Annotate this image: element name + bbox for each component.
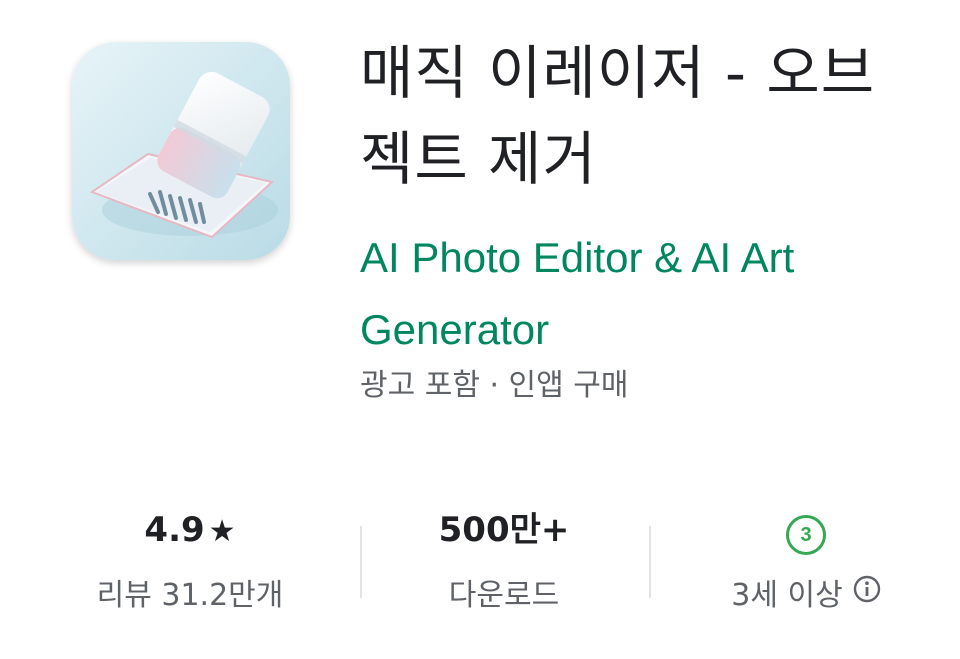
stats-row: 4.9 ★ 리뷰 31.2만개 500만+ 다운로드 3 3세 이상 [0,500,960,630]
content-rating-stat[interactable]: 3 3세 이상 [666,500,946,630]
developer-link[interactable]: AI Photo Editor & AI Art Generator [360,222,930,366]
rating-stat[interactable]: 4.9 ★ 리뷰 31.2만개 [50,500,330,630]
content-rating-label-line: 3세 이상 [666,566,946,626]
info-icon[interactable] [853,564,881,624]
app-title: 매직 이레이저 - 오브젝트 제거 [360,39,876,193]
stat-divider [649,526,651,598]
age-rating-badge: 3 [786,515,826,555]
star-icon: ★ [208,514,236,549]
app-details-header: 매직 이레이저 - 오브젝트 제거 AI Photo Editor & AI A… [0,0,960,659]
app-icon [72,42,290,260]
app-meta-info: 광고 포함 · 인앱 구매 [360,368,629,403]
content-rating-badge-line: 3 [666,500,946,560]
review-count: 리뷰 31.2만개 [96,578,284,613]
content-rating-label: 3세 이상 [731,578,843,613]
stat-divider [360,526,362,598]
downloads-value: 500만+ [438,510,570,550]
rating-value-line: 4.9 ★ [50,500,330,560]
downloads-label: 다운로드 [448,578,560,613]
downloads-stat: 500만+ 다운로드 [364,500,644,630]
rating-value: 4.9 [144,510,205,550]
